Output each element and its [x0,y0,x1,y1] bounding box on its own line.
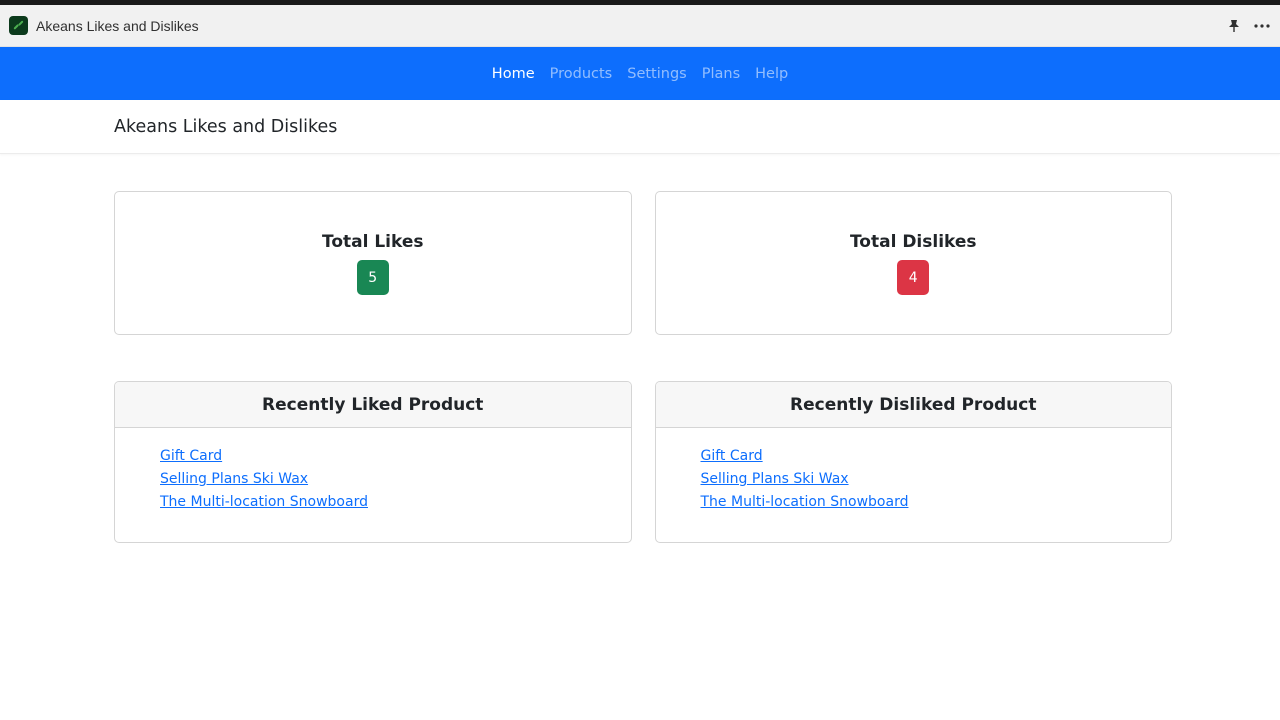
list-item: The Multi-location Snowboard [160,490,631,513]
list-item: Selling Plans Ski Wax [160,467,631,490]
title-bar: Akeans Likes and Dislikes [0,5,1280,47]
nav-plans[interactable]: Plans [694,66,747,82]
nav-settings[interactable]: Settings [620,66,694,82]
nav-help[interactable]: Help [748,66,796,82]
list-item: Gift Card [160,444,631,467]
recently-disliked-body: Gift Card Selling Plans Ski Wax The Mult… [656,428,1172,513]
product-link[interactable]: The Multi-location Snowboard [160,494,368,510]
recently-disliked-list: Gift Card Selling Plans Ski Wax The Mult… [656,428,1172,513]
nav-products[interactable]: Products [542,66,620,82]
list-item: Selling Plans Ski Wax [701,467,1172,490]
total-likes-card: Total Likes 5 [114,191,632,335]
product-link[interactable]: Gift Card [160,448,222,464]
list-item: The Multi-location Snowboard [701,490,1172,513]
total-dislikes-label: Total Dislikes [849,232,977,252]
total-dislikes-badge: 4 [897,260,930,295]
app-logo-icon [9,16,28,35]
main-navbar: Home Products Settings Plans Help [0,47,1280,100]
recent-row: Recently Liked Product Gift Card Selling… [114,381,1172,543]
list-item: Gift Card [701,444,1172,467]
recently-liked-list: Gift Card Selling Plans Ski Wax The Mult… [115,428,631,513]
product-link[interactable]: Gift Card [701,448,763,464]
nav-home[interactable]: Home [484,66,542,82]
product-link[interactable]: Selling Plans Ski Wax [701,471,849,487]
total-dislikes-card: Total Dislikes 4 [654,191,1172,335]
product-link[interactable]: The Multi-location Snowboard [701,494,909,510]
recently-disliked-card: Recently Disliked Product Gift Card Sell… [654,381,1172,543]
recently-liked-body: Gift Card Selling Plans Ski Wax The Mult… [115,428,631,513]
recently-liked-card: Recently Liked Product Gift Card Selling… [114,381,632,543]
page-header: Akeans Likes and Dislikes [0,100,1280,154]
recently-disliked-title: Recently Disliked Product [790,394,1037,415]
recently-liked-title: Recently Liked Product [262,394,484,415]
more-options-icon[interactable] [1253,17,1271,35]
main-content: Total Likes 5 Total Dislikes 4 Recently … [0,154,1280,543]
product-link[interactable]: Selling Plans Ski Wax [160,471,308,487]
recently-disliked-header: Recently Disliked Product [655,382,1171,428]
total-likes-badge: 5 [356,260,389,295]
pin-icon[interactable] [1225,17,1243,35]
total-likes-label: Total Likes [321,232,424,252]
window-title: Akeans Likes and Dislikes [36,17,199,34]
title-bar-actions [1225,17,1271,35]
stats-row: Total Likes 5 Total Dislikes 4 [114,191,1172,335]
page-title: Akeans Likes and Dislikes [114,116,338,137]
recently-liked-header: Recently Liked Product [115,382,631,428]
